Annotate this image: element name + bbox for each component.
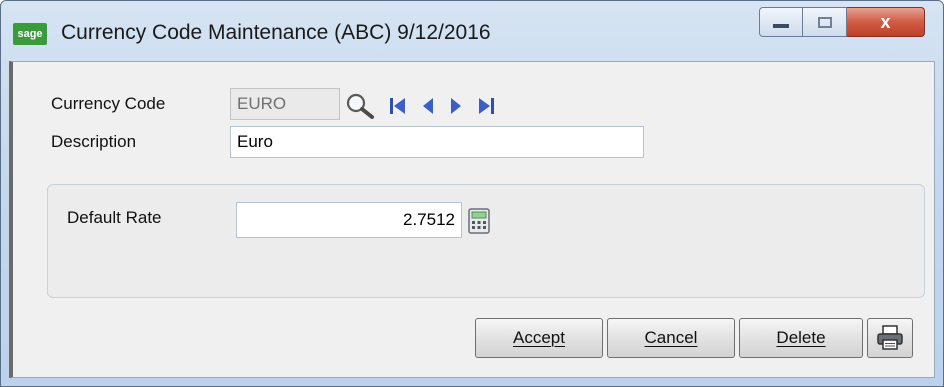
- print-button[interactable]: [867, 318, 913, 358]
- last-record-icon[interactable]: [477, 96, 495, 116]
- cancel-button[interactable]: Cancel: [607, 318, 735, 358]
- default-rate-label: Default Rate: [67, 208, 162, 227]
- printer-icon: [877, 325, 903, 350]
- default-rate-field[interactable]: 2.7512: [236, 202, 462, 238]
- maximize-icon: [817, 16, 832, 28]
- title-bar[interactable]: sage Currency Code Maintenance (ABC) 9/1…: [1, 1, 943, 61]
- first-record-icon[interactable]: [389, 96, 407, 116]
- form-area: Currency Code EURO Description Euro Defa…: [9, 61, 935, 378]
- minimize-icon: [773, 24, 789, 28]
- accept-button[interactable]: Accept: [475, 318, 603, 358]
- currency-code-label: Currency Code: [51, 94, 166, 113]
- currency-code-field[interactable]: EURO: [230, 88, 340, 120]
- description-field[interactable]: Euro: [230, 126, 644, 158]
- previous-record-icon[interactable]: [421, 96, 435, 116]
- calculator-icon[interactable]: [468, 208, 490, 239]
- window: sage Currency Code Maintenance (ABC) 9/1…: [0, 0, 944, 387]
- window-title: Currency Code Maintenance (ABC) 9/12/201…: [61, 21, 491, 44]
- delete-button[interactable]: Delete: [739, 318, 863, 358]
- rate-group-box: [47, 184, 925, 298]
- sage-app-icon[interactable]: sage: [13, 23, 47, 45]
- description-label: Description: [51, 132, 137, 151]
- minimize-button[interactable]: [759, 7, 803, 37]
- close-button[interactable]: x: [847, 7, 925, 37]
- window-controls: x: [759, 7, 925, 37]
- maximize-button[interactable]: [803, 7, 847, 37]
- close-icon: x: [880, 11, 891, 32]
- next-record-icon[interactable]: [449, 96, 463, 116]
- record-navigation: [345, 92, 495, 120]
- magnifier-icon[interactable]: [345, 92, 375, 120]
